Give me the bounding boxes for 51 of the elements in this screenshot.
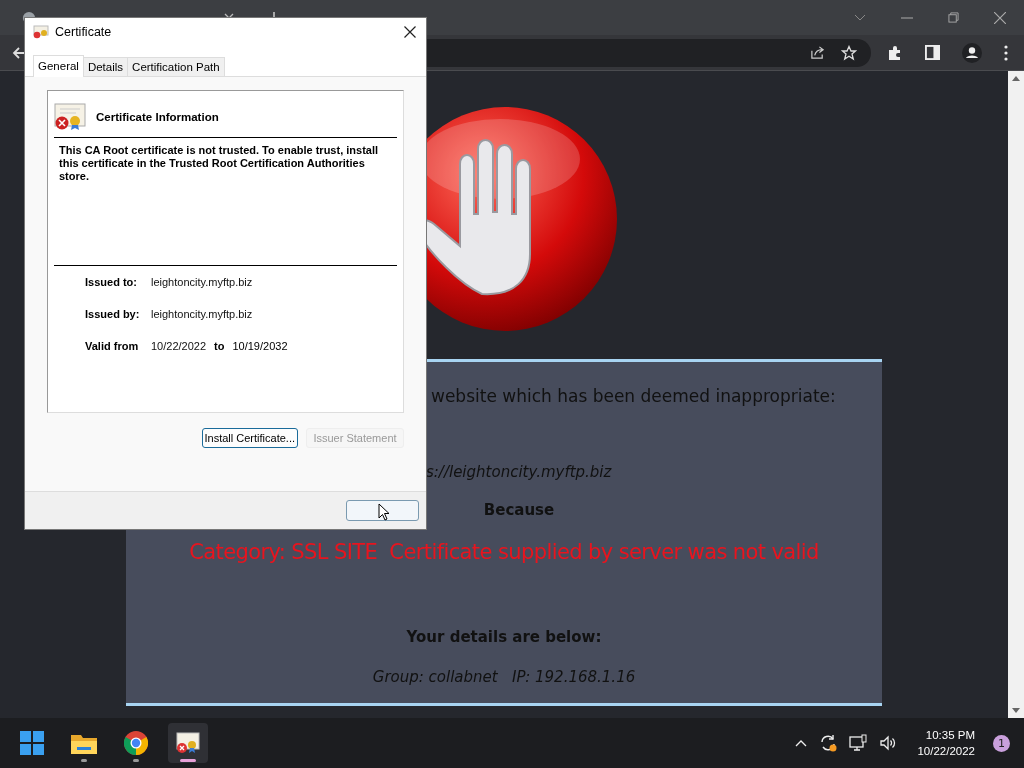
blocked-url: s://leightoncity.myftp.biz bbox=[426, 463, 612, 481]
clock[interactable]: 10:35 PM 10/22/2022 bbox=[917, 727, 975, 759]
because-label: Because bbox=[483, 501, 555, 519]
trust-warning: This CA Root certificate is not trusted. To enable trust, install this certificate in the Trusted Root Certification Authorities store. bbox=[59, 144, 380, 184]
dialog-title: Certificate bbox=[55, 25, 112, 39]
field-label: Issued to: bbox=[85, 276, 138, 288]
network-icon[interactable] bbox=[849, 734, 868, 752]
to-label: to bbox=[214, 340, 225, 352]
certificate-icon bbox=[176, 732, 200, 754]
share-icon[interactable] bbox=[810, 45, 825, 60]
cursor-icon bbox=[378, 503, 390, 521]
puzzle-icon[interactable] bbox=[887, 44, 903, 61]
folder-icon bbox=[71, 732, 97, 754]
close-icon[interactable] bbox=[404, 26, 416, 38]
dialog-tab[interactable]: Details bbox=[82, 57, 129, 76]
notification-badge[interactable]: 1 bbox=[993, 734, 1010, 752]
certificate-icon bbox=[33, 25, 49, 39]
star-icon[interactable] bbox=[841, 44, 857, 61]
details-heading: Your details are below: bbox=[406, 628, 602, 646]
user-details: Group: collabnet IP: 192.168.1.16 bbox=[372, 668, 636, 686]
certificate-taskbar-button[interactable] bbox=[168, 723, 208, 763]
chrome-icon bbox=[124, 731, 148, 755]
denied-message: website which has been deemed inappropriate: bbox=[431, 386, 836, 406]
clock-time: 10:35 PM bbox=[925, 728, 975, 743]
scrollbar[interactable] bbox=[1008, 71, 1024, 718]
dialog-tab[interactable]: General bbox=[33, 55, 84, 77]
field-label: Issued by: bbox=[85, 308, 141, 320]
ok-button[interactable] bbox=[346, 500, 419, 521]
sync-icon[interactable] bbox=[819, 734, 838, 752]
valid-from-date: 10/22/2022 bbox=[151, 340, 207, 352]
menu-icon[interactable] bbox=[1004, 44, 1008, 61]
scroll-up-icon[interactable] bbox=[1012, 75, 1020, 81]
windows-icon bbox=[20, 731, 44, 755]
chevron-up-icon[interactable] bbox=[795, 739, 808, 747]
field-value: leightoncity.myftp.biz bbox=[151, 308, 253, 320]
profile-icon[interactable] bbox=[962, 42, 982, 63]
volume-icon[interactable] bbox=[879, 734, 898, 752]
back-icon[interactable] bbox=[12, 45, 26, 60]
certificate-heading: Certificate Information bbox=[96, 111, 219, 123]
side-panel-icon[interactable] bbox=[925, 45, 940, 60]
field-value: leightoncity.myftp.biz bbox=[151, 276, 253, 288]
clock-date: 10/22/2022 bbox=[917, 744, 975, 759]
dialog-tab[interactable]: Certification Path bbox=[127, 57, 225, 76]
valid-to-date: 10/19/2032 bbox=[232, 340, 288, 352]
dialog-button[interactable]: Install Certificate... bbox=[201, 428, 298, 448]
untrusted-certificate-icon bbox=[54, 103, 86, 131]
chevron-down-icon[interactable] bbox=[854, 13, 866, 22]
category-reason: Category: SSL SITE Certificate supplied by server was not valid bbox=[189, 540, 819, 564]
scroll-down-icon[interactable] bbox=[1012, 708, 1020, 714]
field-label: Valid from bbox=[85, 340, 140, 352]
restore-icon[interactable] bbox=[948, 12, 959, 23]
